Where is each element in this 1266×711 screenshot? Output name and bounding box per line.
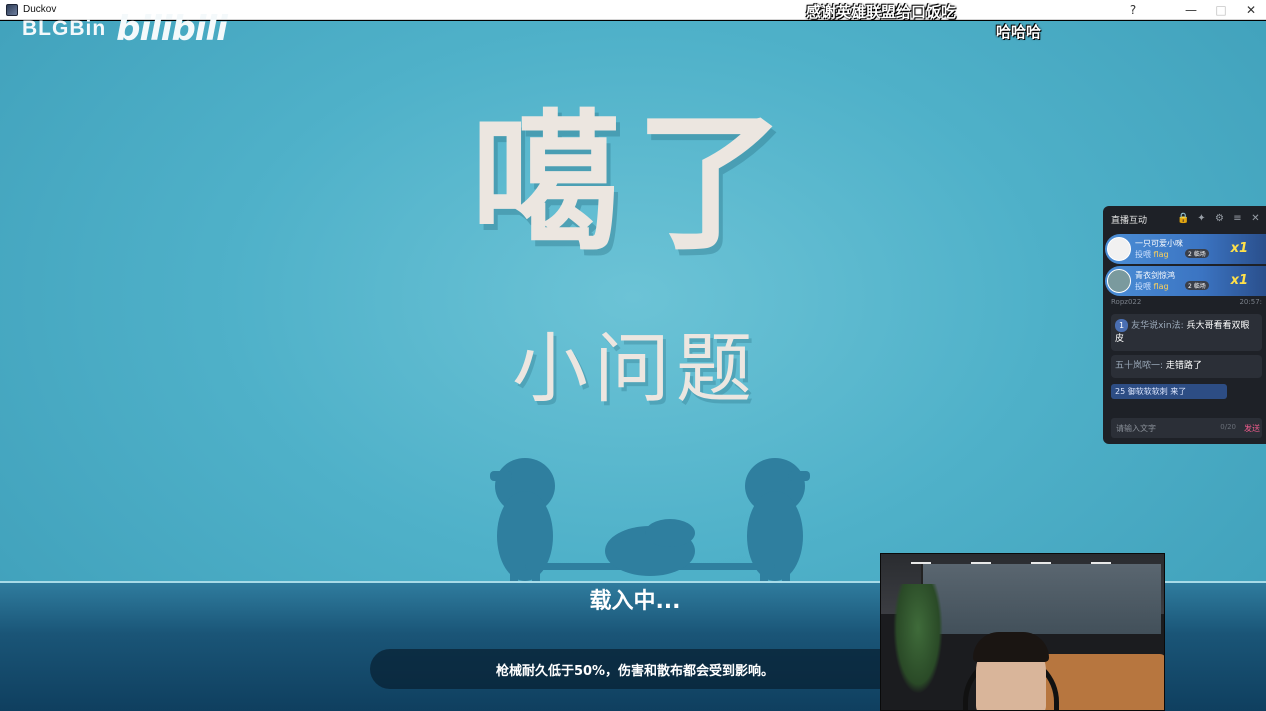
chat-meta: Ropz022 20:57: (1103, 298, 1266, 310)
chat-input-placeholder: 请输入文字 (1116, 423, 1156, 433)
chat-toolbar: 🔒 ✦ ⚙ ≡ ✕ (1177, 212, 1262, 225)
bilibili-logo: bilibili (116, 9, 228, 49)
chat-user: 五十岚哝一: (1115, 361, 1164, 371)
gift-action: 投喂 (1135, 250, 1151, 259)
gift-notification: 青衣剑惊鸿 投喂 flag 2 临场 x1 (1105, 266, 1266, 296)
gift-notification: 一只可爱小咪 投喂 flag 2 临场 x1 (1105, 234, 1266, 264)
app-icon (6, 3, 18, 16)
loading-subtitle: 小问题 (512, 324, 758, 413)
minimize-button[interactable]: — (1176, 0, 1206, 20)
gift-badge: 2 临场 (1185, 281, 1209, 290)
chat-title: 直播互动 (1111, 215, 1148, 226)
duck-carry-silhouette (490, 458, 810, 586)
gift-user: 青衣剑惊鸿 (1135, 271, 1175, 280)
chat-user: 友华说xin法: (1131, 321, 1184, 331)
chat-message: 1 友华说xin法: 兵大哥看看双眼皮 (1111, 314, 1262, 351)
gift-count: x1 (1230, 241, 1248, 256)
chat-header: 直播互动 🔒 ✦ ⚙ ≡ ✕ (1103, 206, 1266, 232)
shrink-icon[interactable]: ≡ (1231, 212, 1244, 225)
maximize-button[interactable]: □ (1206, 0, 1236, 20)
chat-message: 五十岚哝一: 走错路了 (1111, 355, 1262, 378)
chat-char-counter: 0/20 (1220, 423, 1236, 431)
sparkle-icon[interactable]: ✦ (1195, 212, 1208, 225)
chat-meta-time: 20:57: (1239, 298, 1262, 306)
streamer-name: BLGBin (22, 17, 107, 40)
tip-text: 枪械耐久低于50%，伤害和散布都会受到影响。 (495, 663, 775, 679)
gift-item: flag (1153, 250, 1169, 259)
gear-icon[interactable]: ⚙ (1213, 212, 1226, 225)
chat-meta-user: Ropz022 (1111, 298, 1142, 306)
stream-watermark: BLGBin bilibili (22, 9, 228, 49)
gift-item: flag (1153, 282, 1169, 291)
fan-badge: 1 (1115, 319, 1129, 332)
chat-text: 走错路了 (1165, 361, 1202, 371)
live-chat-panel: 直播互动 🔒 ✦ ⚙ ≡ ✕ 一只可爱小咪 投喂 flag 2 临场 x1 青衣… (1103, 206, 1266, 444)
send-button[interactable]: 发送 (1244, 423, 1260, 434)
close-icon[interactable]: ✕ (1249, 212, 1262, 225)
avatar (1107, 237, 1131, 261)
gift-action: 投喂 (1135, 282, 1151, 291)
tip-bar: 枪械耐久低于50%，伤害和散布都会受到影响。 (370, 649, 900, 689)
lock-icon[interactable]: 🔒 (1177, 212, 1190, 225)
close-button[interactable]: ✕ (1236, 0, 1266, 20)
entry-notice: 25 御软软软刺 来了 (1111, 384, 1227, 399)
avatar (1107, 269, 1131, 293)
loading-status: 载入中... (589, 589, 681, 614)
overlay-marquee-text: 感谢英雄联盟给口饭吃 (806, 3, 957, 21)
gift-user: 一只可爱小咪 (1135, 239, 1183, 248)
loading-title: 噶了 (470, 97, 799, 271)
gift-badge: 2 临场 (1185, 249, 1209, 258)
help-button[interactable]: ? (1118, 0, 1148, 20)
webcam-feed (880, 553, 1165, 711)
gift-count: x1 (1230, 273, 1248, 288)
chat-input[interactable]: 请输入文字 0/20 发送 (1111, 418, 1262, 438)
overlay-caption: 哈哈哈 (996, 23, 1042, 41)
